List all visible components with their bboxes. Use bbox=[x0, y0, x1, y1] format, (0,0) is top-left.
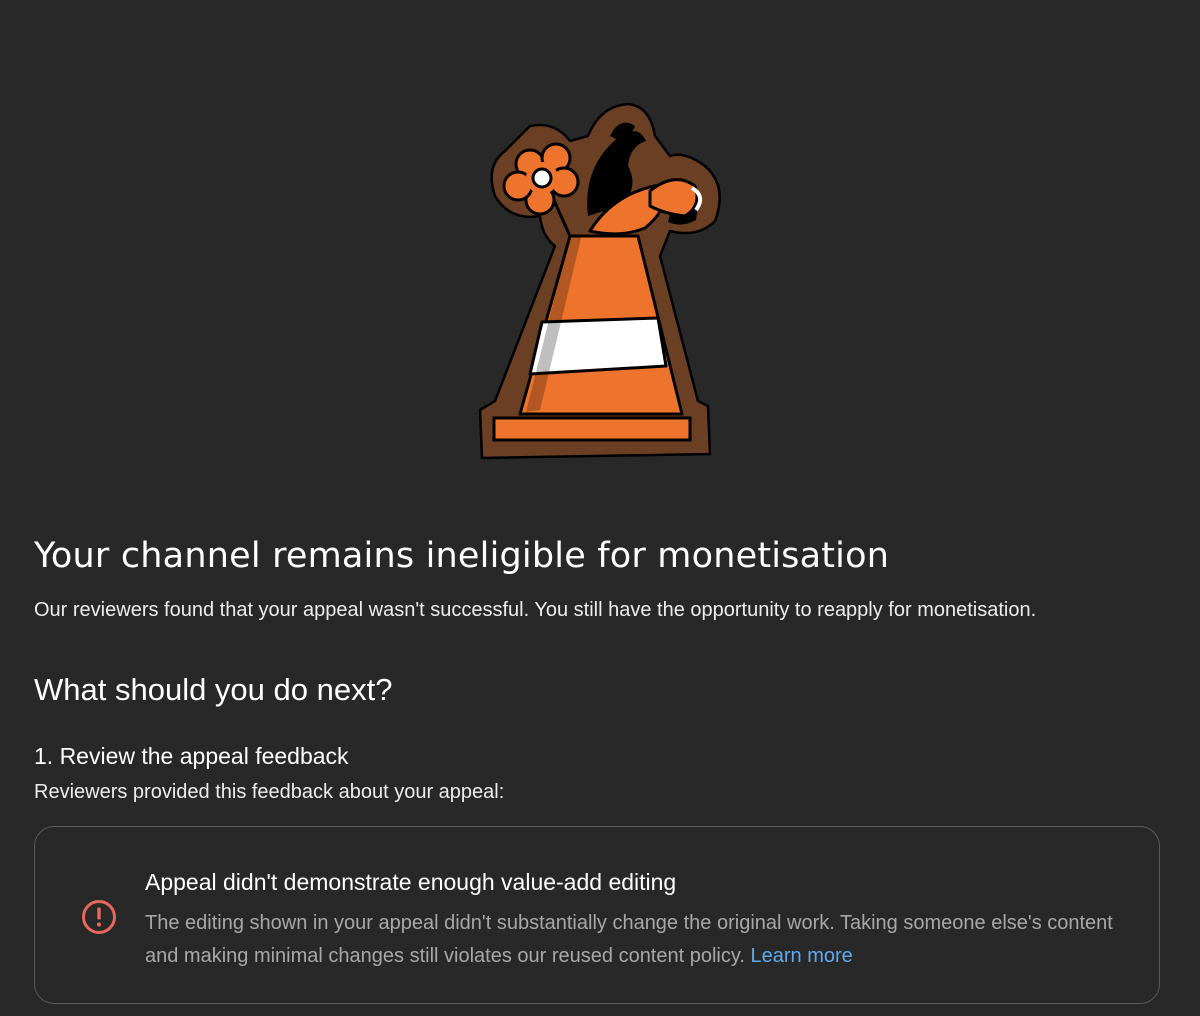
learn-more-link[interactable]: Learn more bbox=[751, 945, 853, 967]
feedback-card: Appeal didn't demonstrate enough value-a… bbox=[34, 826, 1160, 1004]
step-1-title: 1. Review the appeal feedback bbox=[34, 743, 349, 769]
alert-circle-icon bbox=[82, 900, 116, 934]
feedback-text: The editing shown in your appeal didn't … bbox=[145, 912, 1113, 967]
next-steps-heading: What should you do next? bbox=[34, 672, 393, 707]
page-title: Your channel remains ineligible for mone… bbox=[34, 536, 890, 576]
feedback-body: The editing shown in your appeal didn't … bbox=[145, 907, 1125, 973]
step-1-description: Reviewers provided this feedback about y… bbox=[34, 781, 505, 803]
traffic-cone-illustration bbox=[478, 102, 721, 460]
feedback-title: Appeal didn't demonstrate enough value-a… bbox=[145, 869, 677, 895]
page-subtitle: Our reviewers found that your appeal was… bbox=[34, 599, 1037, 621]
